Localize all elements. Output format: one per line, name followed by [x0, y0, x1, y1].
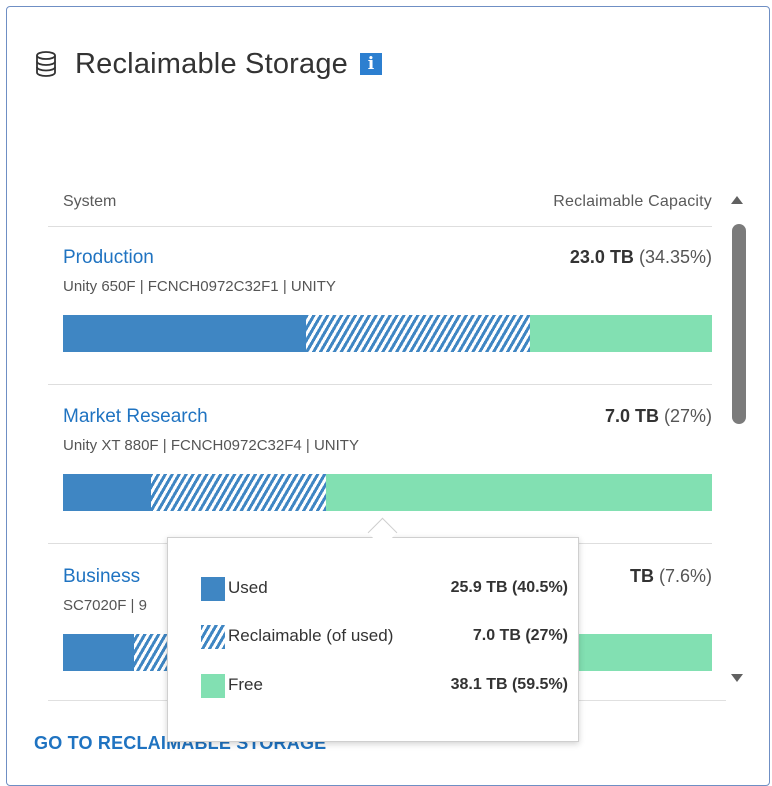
capacity-percent: (27%)	[663, 406, 712, 426]
free-swatch	[201, 674, 225, 698]
capacity-bar[interactable]	[63, 315, 712, 352]
system-link[interactable]: Business	[63, 566, 140, 588]
tooltip-label: Free	[228, 675, 263, 694]
capacity-percent: (7.6%)	[658, 566, 712, 586]
capacity-value: 7.0 TB	[604, 406, 659, 426]
reclaimable-capacity: TB (7.6%)	[630, 566, 712, 587]
column-header-system: System	[63, 193, 117, 210]
tooltip-value: 38.1 TB (59.5%)	[450, 676, 568, 693]
table-row: Market Research Unity XT 880F | FCNCH097…	[48, 406, 712, 516]
scroll-down-arrow-icon[interactable]	[731, 674, 743, 682]
free-segment	[530, 315, 712, 352]
tooltip-label: Used	[228, 578, 268, 597]
widget-header: Reclaimable Storage i	[35, 44, 382, 84]
used-segment	[63, 474, 151, 511]
system-link[interactable]: Market Research	[63, 406, 208, 428]
system-details: Unity 650F | FCNCH0972C32F1 | UNITY	[63, 278, 336, 295]
capacity-value: TB	[629, 566, 654, 586]
used-segment	[63, 315, 307, 352]
tooltip-value: 7.0 TB (27%)	[472, 627, 568, 644]
reclaimable-capacity: 7.0 TB (27%)	[605, 406, 712, 427]
tooltip-row-reclaimable: Reclaimable (of used) 7.0 TB (27%)	[201, 622, 571, 650]
table-row: Production Unity 650F | FCNCH0972C32F1 |…	[48, 247, 712, 357]
free-segment	[325, 474, 712, 511]
reclaimable-segment	[150, 474, 326, 511]
tooltip-row-free: Free 38.1 TB (59.5%)	[201, 671, 571, 699]
reclaimable-segment	[306, 315, 531, 352]
info-icon[interactable]: i	[360, 53, 382, 75]
tooltip-value: 25.9 TB (40.5%)	[450, 579, 568, 596]
system-link[interactable]: Production	[63, 247, 154, 269]
widget-title: Reclaimable Storage	[75, 47, 348, 80]
scroll-up-arrow-icon[interactable]	[731, 196, 743, 204]
reclaimable-swatch	[201, 625, 225, 649]
database-icon	[36, 51, 56, 77]
reclaimable-segment	[134, 634, 167, 671]
row-divider	[48, 384, 712, 385]
column-header-reclaimable-capacity: Reclaimable Capacity	[553, 193, 712, 210]
capacity-percent: (34.35%)	[638, 247, 712, 267]
tooltip-row-used: Used 25.9 TB (40.5%)	[201, 574, 571, 602]
system-details: Unity XT 880F | FCNCH0972C32F4 | UNITY	[63, 437, 359, 454]
used-segment	[63, 634, 135, 671]
scrollbar-thumb[interactable]	[732, 224, 746, 424]
capacity-tooltip: Used 25.9 TB (40.5%) Reclaimable (of use…	[167, 537, 579, 742]
capacity-value: 23.0 TB	[569, 247, 634, 267]
system-details: SC7020F | 9	[63, 597, 147, 614]
used-swatch	[201, 577, 225, 601]
table-header: System Reclaimable Capacity	[48, 188, 712, 227]
tooltip-label: Reclaimable (of used)	[228, 626, 394, 645]
reclaimable-capacity: 23.0 TB (34.35%)	[570, 247, 712, 268]
capacity-bar[interactable]	[63, 474, 712, 511]
